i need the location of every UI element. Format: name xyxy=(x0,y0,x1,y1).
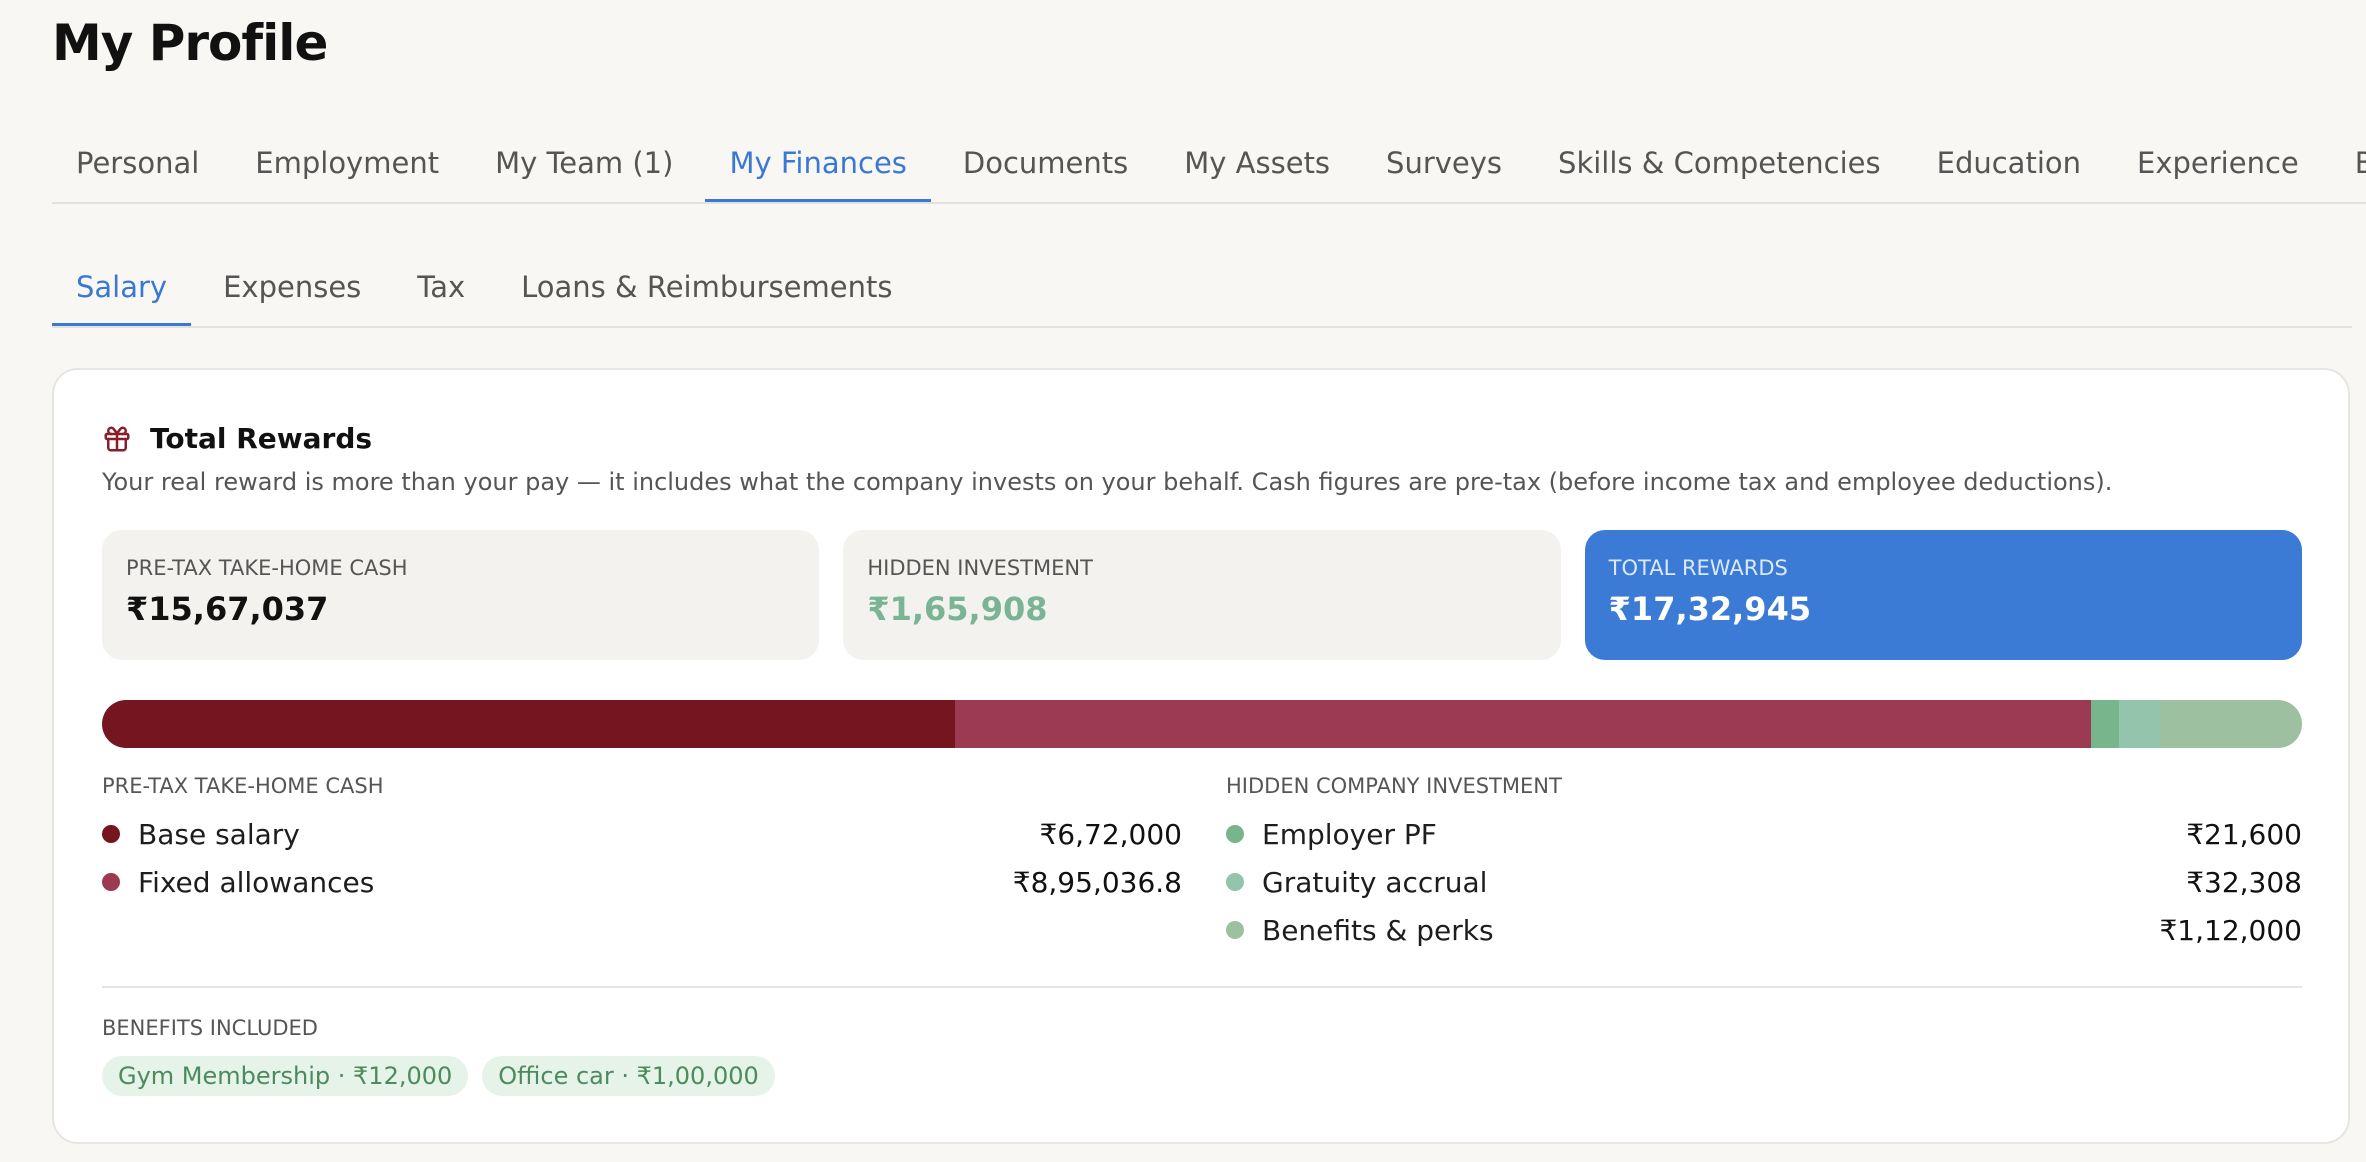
stat-value: ₹15,67,037 xyxy=(126,590,329,628)
hidden-breakdown: HIDDEN COMPANY INVESTMENT Employer PF ₹2… xyxy=(1226,774,2302,954)
tab-skills-competencies[interactable]: Skills & Competencies xyxy=(1534,128,1905,202)
tab-tax[interactable]: Tax xyxy=(393,252,489,326)
benefit-chips: Gym Membership · ₹12,000 Office car · ₹1… xyxy=(102,1056,775,1096)
legend-value: ₹32,308 xyxy=(2186,865,2302,899)
stat-value: ₹1,65,908 xyxy=(867,590,1048,628)
main-tab-bar: Personal Employment My Team (1) My Finan… xyxy=(52,128,2366,204)
legend-value: ₹8,95,036.8 xyxy=(1012,865,1182,899)
benefit-chip: Gym Membership · ₹12,000 xyxy=(102,1056,469,1096)
gift-icon xyxy=(102,424,132,454)
legend-dot xyxy=(1226,825,1244,843)
rewards-stacked-bar xyxy=(102,700,2302,748)
legend-label: Base salary xyxy=(138,817,300,851)
tab-surveys[interactable]: Surveys xyxy=(1362,128,1526,202)
bar-segment-base-salary xyxy=(102,700,956,748)
stat-total: TOTAL REWARDS ₹17,32,945 xyxy=(1584,530,2302,660)
bar-segment-employer-pf xyxy=(2091,700,2119,748)
cash-breakdown: PRE-TAX TAKE-HOME CASH Base salary ₹6,72… xyxy=(102,774,1182,906)
legend-value: ₹6,72,000 xyxy=(1039,817,1182,851)
tab-employment[interactable]: Employment xyxy=(231,128,463,202)
card-description: Your real reward is more than your pay —… xyxy=(102,468,2113,496)
tab-my-team[interactable]: My Team (1) xyxy=(471,128,697,202)
legend-item: Benefits & perks ₹1,12,000 xyxy=(1226,906,2302,954)
stat-label: PRE-TAX TAKE-HOME CASH xyxy=(126,556,408,580)
legend-heading: PRE-TAX TAKE-HOME CASH xyxy=(102,774,384,798)
legend-item: Gratuity accrual ₹32,308 xyxy=(1226,858,2302,906)
benefit-chip: Office car · ₹1,00,000 xyxy=(482,1056,775,1096)
tab-salary[interactable]: Salary xyxy=(52,252,192,326)
legend-item: Employer PF ₹21,600 xyxy=(1226,810,2302,858)
stat-row: PRE-TAX TAKE-HOME CASH ₹15,67,037 HIDDEN… xyxy=(102,530,2302,660)
tab-expenses[interactable]: Expenses xyxy=(199,252,385,326)
page-title: My Profile xyxy=(52,14,328,72)
legend-label: Benefits & perks xyxy=(1262,913,1494,947)
benefits-heading: BENEFITS INCLUDED xyxy=(102,1016,318,1040)
legend-label: Employer PF xyxy=(1262,817,1437,851)
stat-label: TOTAL REWARDS xyxy=(1608,556,1788,580)
card-title: Total Rewards xyxy=(150,422,373,455)
tab-bar[interactable]: Bar xyxy=(2331,128,2366,202)
tab-experience[interactable]: Experience xyxy=(2113,128,2323,202)
stat-value: ₹17,32,945 xyxy=(1608,590,1812,628)
stat-label: HIDDEN INVESTMENT xyxy=(867,556,1093,580)
legend-dot xyxy=(102,873,120,891)
tab-my-assets[interactable]: My Assets xyxy=(1160,128,1354,202)
legend-label: Fixed allowances xyxy=(138,865,375,899)
legend-value: ₹1,12,000 xyxy=(2159,913,2302,947)
tab-loans-reimbursements[interactable]: Loans & Reimbursements xyxy=(497,252,916,326)
tab-personal[interactable]: Personal xyxy=(52,128,223,202)
tab-education[interactable]: Education xyxy=(1913,128,2105,202)
legend-dot xyxy=(1226,873,1244,891)
sub-tab-bar: Salary Expenses Tax Loans & Reimbursemen… xyxy=(52,252,2352,328)
legend-value: ₹21,600 xyxy=(2186,817,2302,851)
bar-segment-fixed-allowances xyxy=(955,700,2092,748)
bar-segment-gratuity-accrual xyxy=(2118,700,2160,748)
tab-my-finances[interactable]: My Finances xyxy=(705,128,931,202)
legend-label: Gratuity accrual xyxy=(1262,865,1488,899)
legend-dot xyxy=(1226,921,1244,939)
stat-hidden: HIDDEN INVESTMENT ₹1,65,908 xyxy=(843,530,1561,660)
legend-heading: HIDDEN COMPANY INVESTMENT xyxy=(1226,774,1562,798)
card-header: Total Rewards xyxy=(102,422,372,455)
stat-cash: PRE-TAX TAKE-HOME CASH ₹15,67,037 xyxy=(102,530,820,660)
total-rewards-card: Total Rewards Your real reward is more t… xyxy=(52,368,2350,1144)
legend-item: Fixed allowances ₹8,95,036.8 xyxy=(102,858,1182,906)
divider xyxy=(102,986,2302,988)
legend-dot xyxy=(102,825,120,843)
tab-documents[interactable]: Documents xyxy=(939,128,1152,202)
legend-item: Base salary ₹6,72,000 xyxy=(102,810,1182,858)
bar-segment-benefits-perks xyxy=(2159,700,2302,748)
